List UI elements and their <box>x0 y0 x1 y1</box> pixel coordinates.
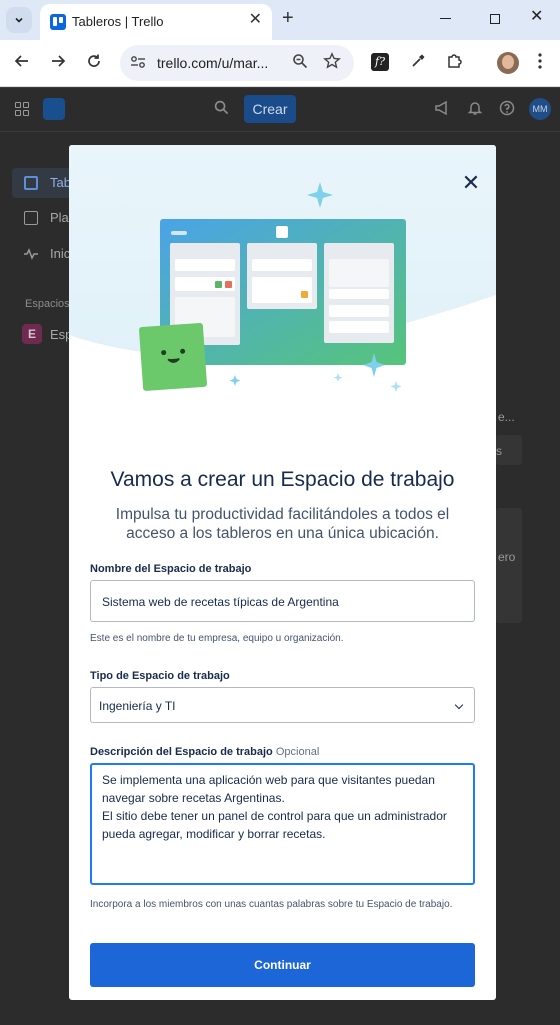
workspace-name-help: Este es el nombre de tu empresa, equipo … <box>90 633 344 644</box>
workspace-name-input[interactable]: Sistema web de recetas típicas de Argent… <box>90 580 475 622</box>
workspace-type-select[interactable]: Ingeniería y TI <box>90 687 475 723</box>
maximize-icon[interactable] <box>490 14 500 24</box>
forward-arrow-icon[interactable] <box>50 53 66 72</box>
board-icon <box>24 176 38 190</box>
background-text: s <box>496 444 502 458</box>
browser-tabstrip: Tableros | Trello ✕ + ✕ <box>0 0 560 40</box>
background-text: e... <box>498 410 515 424</box>
workspace-illustration: ✕ <box>69 145 496 407</box>
workspace-name-value: Sistema web de recetas típicas de Argent… <box>102 595 339 609</box>
optional-tag: Opcional <box>275 746 320 758</box>
workspace-description-value: Se implementa una aplicación web para qu… <box>102 773 447 841</box>
trello-header: Crear MM <box>0 88 560 132</box>
browser-tab-active[interactable]: Tableros | Trello ✕ <box>40 4 272 40</box>
minimize-icon[interactable] <box>440 10 454 24</box>
search-icon[interactable] <box>214 100 229 119</box>
url-text: trello.com/u/mar... <box>157 55 269 71</box>
create-button[interactable]: Crear <box>244 95 296 123</box>
chevron-down-icon <box>15 17 23 23</box>
address-bar[interactable]: trello.com/u/mar... <box>120 45 354 81</box>
workspace-type-value: Ingeniería y TI <box>99 699 176 713</box>
sidebar-item-home[interactable]: Inic <box>12 239 72 269</box>
background-block <box>496 508 522 623</box>
sidebar-item-label: Pla <box>50 210 69 225</box>
sidebar-item-boards[interactable]: Table <box>12 168 81 198</box>
browser-toolbar: trello.com/u/mar... f? <box>0 40 560 87</box>
window-close-icon[interactable]: ✕ <box>530 9 543 25</box>
close-icon[interactable]: ✕ <box>460 172 482 194</box>
template-icon <box>24 211 38 225</box>
illustration-graphic <box>69 182 496 407</box>
member-avatar[interactable]: MM <box>529 98 551 120</box>
sidebar-item-templates[interactable]: Pla <box>12 203 72 233</box>
activity-icon <box>24 247 38 261</box>
workspace-description-label: Descripción del Espacio de trabajo Opcio… <box>90 746 319 758</box>
tab-search-button[interactable] <box>6 7 32 33</box>
trello-logo[interactable] <box>43 98 65 120</box>
tab-title: Tableros | Trello <box>72 14 164 29</box>
zoom-icon[interactable] <box>292 53 308 74</box>
bell-icon[interactable] <box>467 100 483 120</box>
back-arrow-icon[interactable] <box>14 53 30 72</box>
eyedropper-icon[interactable] <box>410 53 426 72</box>
workspace-description-textarea[interactable]: Se implementa una aplicación web para qu… <box>90 763 475 885</box>
site-settings-icon[interactable] <box>130 55 146 72</box>
more-menu-icon[interactable] <box>538 53 542 72</box>
workspace-type-label: Tipo de Espacio de trabajo <box>90 670 230 682</box>
workspace-avatar[interactable]: E <box>22 324 42 344</box>
bookmark-star-icon[interactable] <box>323 52 341 75</box>
new-tab-button[interactable]: + <box>282 8 294 28</box>
profile-avatar[interactable] <box>497 52 519 74</box>
dialog-title: Vamos a crear un Espacio de trabajo <box>110 468 455 491</box>
workspace-description-help: Incorpora a los miembros con unas cuanta… <box>90 899 453 910</box>
create-workspace-dialog: ✕ Vamos a crear un Espacio de trabajo Im… <box>69 145 496 1000</box>
reload-icon[interactable] <box>86 53 102 72</box>
description-label-text: Descripción del Espacio de trabajo <box>90 746 273 758</box>
tab-close-icon[interactable]: ✕ <box>249 12 262 28</box>
workspaces-heading: Espacios <box>25 298 70 310</box>
megaphone-icon[interactable] <box>434 100 450 120</box>
continue-button[interactable]: Continuar <box>90 943 475 987</box>
dialog-subtitle: Impulsa tu productividad facilitándoles … <box>115 506 450 542</box>
workspace-name-label: Nombre del Espacio de trabajo <box>90 563 252 575</box>
sidebar-item-label: Inic <box>50 246 71 261</box>
chevron-down-icon <box>454 700 464 710</box>
help-icon[interactable] <box>499 100 515 120</box>
background-text: ero <box>498 550 516 564</box>
trello-favicon-icon <box>50 14 66 30</box>
apps-grid-icon[interactable] <box>15 102 29 116</box>
extensions-puzzle-icon[interactable] <box>446 53 462 72</box>
extension-f-icon[interactable]: f? <box>371 53 389 71</box>
